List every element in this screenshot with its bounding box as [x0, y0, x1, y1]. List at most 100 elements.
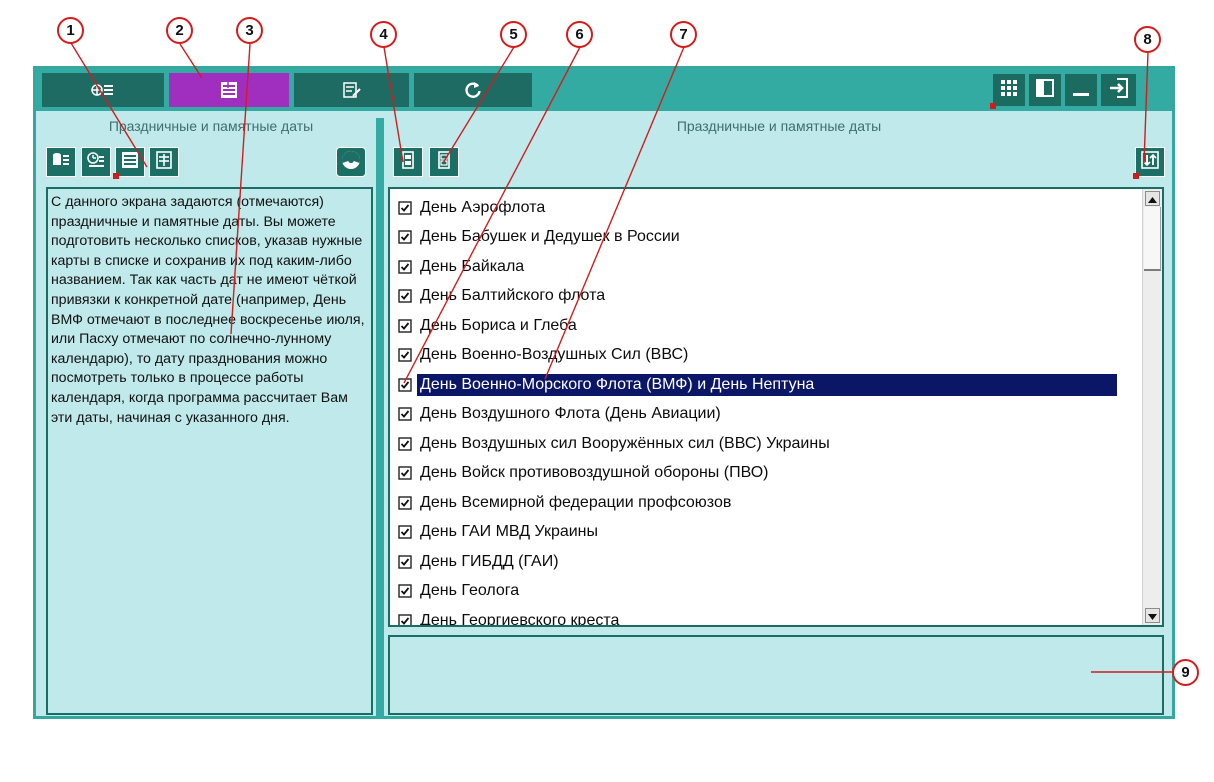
tab-bar — [36, 69, 1172, 111]
list-item[interactable]: День Воздушных сил Вооружённых сил (ВВС)… — [390, 429, 1130, 459]
indicator-mark — [113, 173, 119, 179]
exit-icon — [1108, 77, 1130, 104]
list-item-label: День Военно-Воздушных Сил (ВВС) — [420, 346, 689, 364]
pie-chart-button[interactable] — [336, 147, 366, 177]
list-edit-button[interactable] — [149, 147, 179, 177]
list-item-label: День Воздушного Флота (День Авиации) — [420, 405, 721, 423]
exit-button[interactable] — [1101, 74, 1136, 106]
tab-refresh[interactable] — [414, 73, 532, 107]
deselect-all-button[interactable] — [429, 147, 459, 177]
arrow-down-icon — [1148, 607, 1157, 625]
callout-7: 7 — [670, 21, 697, 48]
list-item[interactable]: День Георгиевского креста — [390, 606, 1130, 627]
checkbox-checked-icon[interactable] — [398, 466, 412, 480]
select-all-button[interactable] — [393, 147, 423, 177]
list-item-label: День Войск противовоздушной обороны (ПВО… — [420, 464, 769, 482]
list-item[interactable]: День Войск противовоздушной обороны (ПВО… — [390, 459, 1130, 489]
list-item-label: День Всемирной федерации профсоюзов — [420, 493, 732, 511]
select-all-icon — [398, 150, 418, 175]
map-list-icon — [91, 80, 115, 100]
checkbox-checked-icon[interactable] — [398, 614, 412, 625]
list-item[interactable]: День Байкала — [390, 252, 1130, 282]
scroll-up-button[interactable] — [1145, 191, 1160, 206]
list-edit-icon — [154, 150, 174, 175]
list-item-label: День Георгиевского креста — [420, 611, 620, 627]
holiday-rows: День Аэрофлота День Бабушек и Дедушек в Р… — [390, 193, 1130, 627]
grid-icon — [1000, 79, 1018, 102]
list-database-icon — [51, 150, 71, 175]
list-item[interactable]: День ГИБДД (ГАИ) — [390, 547, 1130, 577]
list-clock-button[interactable] — [81, 147, 111, 177]
callout-6: 6 — [566, 21, 593, 48]
list-item[interactable]: День Геолога — [390, 577, 1130, 607]
list-item-label: День Бориса и Глеба — [420, 316, 577, 334]
list-item[interactable]: День Балтийского флота — [390, 282, 1130, 312]
list-item[interactable]: День Военно-Морского Флота (ВМФ) и День … — [390, 370, 1130, 400]
calendar-edit-icon — [342, 80, 362, 100]
vertical-scrollbar[interactable] — [1142, 189, 1162, 625]
list-item[interactable]: День Воздушного Флота (День Авиации) — [390, 400, 1130, 430]
sort-button[interactable] — [1133, 147, 1165, 179]
scroll-thumb[interactable] — [1144, 207, 1161, 271]
checkbox-checked-icon[interactable] — [398, 319, 412, 333]
list-item[interactable]: День Бориса и Глеба — [390, 311, 1130, 341]
arrow-up-icon — [1148, 190, 1157, 208]
callout-8: 8 — [1134, 26, 1161, 53]
list-item[interactable]: День Всемирной федерации профсоюзов — [390, 488, 1130, 518]
list-item-label: День Геолога — [420, 582, 520, 600]
grid-button[interactable] — [990, 74, 1025, 109]
checkbox-checked-icon[interactable] — [398, 378, 412, 392]
list-item-label: День Аэрофлота — [420, 198, 546, 216]
list-item-label: День Военно-Морского Флота (ВМФ) и День … — [417, 373, 1117, 396]
checkbox-checked-icon[interactable] — [398, 555, 412, 569]
callout-5: 5 — [500, 21, 527, 48]
list-item-label: День Воздушных сил Вооружённых сил (ВВС)… — [420, 434, 830, 452]
checkbox-checked-icon[interactable] — [398, 584, 412, 598]
list-view-button[interactable] — [113, 147, 145, 179]
callout-2: 2 — [166, 17, 193, 44]
checkbox-checked-icon[interactable] — [398, 348, 412, 362]
list-view-icon — [120, 150, 140, 175]
tab-holidays[interactable] — [169, 73, 289, 107]
panel-splitter[interactable] — [376, 118, 384, 718]
screenshot-stage: Праздничные и памятные даты С данного эк… — [0, 0, 1214, 782]
list-item[interactable]: День Военно-Воздушных Сил (ВВС) — [390, 341, 1130, 371]
callout-3: 3 — [236, 17, 263, 44]
tab-calendar-edit[interactable] — [294, 73, 409, 107]
left-panel-title: Праздничные и памятные даты — [108, 118, 314, 134]
list-database-button[interactable] — [46, 147, 76, 177]
list-item[interactable]: День ГАИ МВД Украины — [390, 518, 1130, 548]
minimize-button[interactable] — [1065, 74, 1097, 106]
pie-chart-icon — [340, 149, 362, 176]
panel-toggle-icon — [1035, 78, 1055, 103]
description-text: С данного экрана задаются (отмечаются) п… — [46, 187, 373, 715]
right-panel-title: Праздничные и памятные даты — [676, 118, 882, 134]
checkbox-checked-icon[interactable] — [398, 496, 412, 510]
minimize-icon — [1071, 78, 1091, 103]
panel-toggle-button[interactable] — [1029, 74, 1061, 106]
indicator-mark — [990, 103, 996, 109]
checkbox-checked-icon[interactable] — [398, 407, 412, 421]
holiday-list: День Аэрофлота День Бабушек и Дедушек в Р… — [388, 187, 1164, 627]
checkbox-checked-icon[interactable] — [398, 525, 412, 539]
scroll-down-button[interactable] — [1145, 608, 1160, 623]
checkbox-checked-icon[interactable] — [398, 201, 412, 215]
tab-maps[interactable] — [42, 73, 164, 107]
list-item-label: День Балтийского флота — [420, 287, 606, 305]
list-item[interactable]: День Бабушек и Дедушек в России — [390, 223, 1130, 253]
checkbox-checked-icon[interactable] — [398, 260, 412, 274]
callout-9: 9 — [1172, 659, 1199, 686]
list-item-label: День ГИБДД (ГАИ) — [420, 552, 559, 570]
calendar-window: Праздничные и памятные даты С данного эк… — [33, 66, 1175, 719]
list-item[interactable]: День Аэрофлота — [390, 193, 1130, 223]
checkbox-checked-icon[interactable] — [398, 289, 412, 303]
refresh-icon — [463, 80, 483, 100]
list-item-label: День Байкала — [420, 257, 525, 275]
callout-4: 4 — [370, 21, 397, 48]
list-clock-icon — [86, 150, 106, 175]
list-item-label: День ГАИ МВД Украины — [420, 523, 599, 541]
checkbox-checked-icon[interactable] — [398, 230, 412, 244]
list-item-label: День Бабушек и Дедушек в России — [420, 228, 680, 246]
checkbox-checked-icon[interactable] — [398, 437, 412, 451]
list-view-icon — [219, 80, 239, 100]
